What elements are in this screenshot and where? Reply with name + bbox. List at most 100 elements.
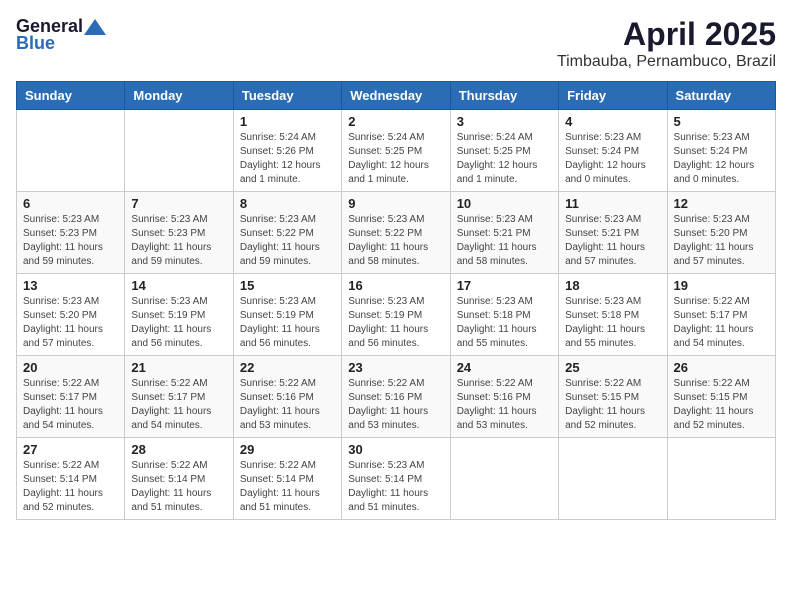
calendar-cell: 3 Sunrise: 5:24 AM Sunset: 5:25 PM Daylig… — [450, 110, 558, 192]
day-number: 9 — [348, 196, 443, 211]
day-info: Sunrise: 5:23 AM Sunset: 5:14 PM Dayligh… — [348, 459, 443, 515]
day-number: 27 — [23, 442, 118, 457]
day-number: 2 — [348, 114, 443, 129]
day-info: Sunrise: 5:23 AM Sunset: 5:20 PM Dayligh… — [674, 213, 769, 269]
calendar-cell — [450, 438, 558, 520]
day-info: Sunrise: 5:23 AM Sunset: 5:23 PM Dayligh… — [131, 213, 226, 269]
day-number: 3 — [457, 114, 552, 129]
calendar-cell: 13 Sunrise: 5:23 AM Sunset: 5:20 PM Dayli… — [17, 274, 125, 356]
calendar-cell: 17 Sunrise: 5:23 AM Sunset: 5:18 PM Dayli… — [450, 274, 558, 356]
weekday-header-row: SundayMondayTuesdayWednesdayThursdayFrid… — [17, 82, 776, 110]
day-number: 6 — [23, 196, 118, 211]
day-number: 26 — [674, 360, 769, 375]
day-info: Sunrise: 5:22 AM Sunset: 5:14 PM Dayligh… — [240, 459, 335, 515]
day-info: Sunrise: 5:23 AM Sunset: 5:21 PM Dayligh… — [457, 213, 552, 269]
calendar-week-5: 27 Sunrise: 5:22 AM Sunset: 5:14 PM Dayli… — [17, 438, 776, 520]
calendar-cell: 15 Sunrise: 5:23 AM Sunset: 5:19 PM Dayli… — [233, 274, 341, 356]
calendar-cell: 27 Sunrise: 5:22 AM Sunset: 5:14 PM Dayli… — [17, 438, 125, 520]
calendar-cell: 25 Sunrise: 5:22 AM Sunset: 5:15 PM Dayli… — [559, 356, 667, 438]
day-info: Sunrise: 5:22 AM Sunset: 5:14 PM Dayligh… — [131, 459, 226, 515]
calendar-cell — [17, 110, 125, 192]
calendar-cell: 29Sunrise: 5:22 AM Sunset: 5:14 PM Dayli… — [233, 438, 341, 520]
day-info: Sunrise: 5:23 AM Sunset: 5:18 PM Dayligh… — [457, 295, 552, 351]
calendar-cell: 4 Sunrise: 5:23 AM Sunset: 5:24 PM Daylig… — [559, 110, 667, 192]
day-info: Sunrise: 5:22 AM Sunset: 5:14 PM Dayligh… — [23, 459, 118, 515]
calendar-cell: 12 Sunrise: 5:23 AM Sunset: 5:20 PM Dayli… — [667, 192, 775, 274]
logo-icon — [84, 19, 106, 35]
day-number: 23 — [348, 360, 443, 375]
day-number: 22 — [240, 360, 335, 375]
location-title: Timbauba, Pernambuco, Brazil — [557, 53, 776, 71]
logo-blue-text: Blue — [16, 33, 55, 54]
month-title: April 2025 — [557, 16, 776, 53]
calendar-cell: 22Sunrise: 5:22 AM Sunset: 5:16 PM Dayli… — [233, 356, 341, 438]
day-number: 19 — [674, 278, 769, 293]
day-info: Sunrise: 5:23 AM Sunset: 5:23 PM Dayligh… — [23, 213, 118, 269]
calendar-cell: 20Sunrise: 5:22 AM Sunset: 5:17 PM Dayli… — [17, 356, 125, 438]
title-area: April 2025 Timbauba, Pernambuco, Brazil — [557, 16, 776, 71]
day-info: Sunrise: 5:22 AM Sunset: 5:16 PM Dayligh… — [457, 377, 552, 433]
calendar-cell — [667, 438, 775, 520]
day-number: 1 — [240, 114, 335, 129]
day-number: 13 — [23, 278, 118, 293]
day-number: 17 — [457, 278, 552, 293]
day-number: 12 — [674, 196, 769, 211]
weekday-header-tuesday: Tuesday — [233, 82, 341, 110]
calendar-cell: 28 Sunrise: 5:22 AM Sunset: 5:14 PM Dayli… — [125, 438, 233, 520]
day-number: 15 — [240, 278, 335, 293]
day-number: 21 — [131, 360, 226, 375]
calendar-week-4: 20 Sunrise: 5:22 AM Sunset: 5:17 PM Dayli… — [17, 356, 776, 438]
day-number: 5 — [674, 114, 769, 129]
day-info: Sunrise: 5:22 AM Sunset: 5:17 PM Dayligh… — [674, 295, 769, 351]
weekday-header-saturday: Saturday — [667, 82, 775, 110]
day-info: Sunrise: 5:23 AM Sunset: 5:22 PM Dayligh… — [348, 213, 443, 269]
day-info: Sunrise: 5:23 AM Sunset: 5:20 PM Dayligh… — [23, 295, 118, 351]
day-number: 24 — [457, 360, 552, 375]
calendar-cell: 2 Sunrise: 5:24 AM Sunset: 5:25 PM Daylig… — [342, 110, 450, 192]
calendar-cell: 8Sunrise: 5:23 AM Sunset: 5:22 PM Daylig… — [233, 192, 341, 274]
day-number: 11 — [565, 196, 660, 211]
calendar-cell: 1 Sunrise: 5:24 AM Sunset: 5:26 PM Daylig… — [233, 110, 341, 192]
calendar-cell: 11 Sunrise: 5:23 AM Sunset: 5:21 PM Dayli… — [559, 192, 667, 274]
day-info: Sunrise: 5:23 AM Sunset: 5:19 PM Dayligh… — [240, 295, 335, 351]
day-number: 14 — [131, 278, 226, 293]
day-number: 16 — [348, 278, 443, 293]
logo: General Blue — [16, 16, 107, 54]
day-number: 25 — [565, 360, 660, 375]
day-info: Sunrise: 5:22 AM Sunset: 5:16 PM Dayligh… — [348, 377, 443, 433]
day-info: Sunrise: 5:24 AM Sunset: 5:26 PM Dayligh… — [240, 131, 335, 187]
day-info: Sunrise: 5:23 AM Sunset: 5:22 PM Dayligh… — [240, 213, 335, 269]
weekday-header-wednesday: Wednesday — [342, 82, 450, 110]
calendar-cell: 10 Sunrise: 5:23 AM Sunset: 5:21 PM Dayli… — [450, 192, 558, 274]
calendar-week-2: 6 Sunrise: 5:23 AM Sunset: 5:23 PM Daylig… — [17, 192, 776, 274]
day-info: Sunrise: 5:22 AM Sunset: 5:17 PM Dayligh… — [131, 377, 226, 433]
day-info: Sunrise: 5:24 AM Sunset: 5:25 PM Dayligh… — [348, 131, 443, 187]
day-info: Sunrise: 5:22 AM Sunset: 5:15 PM Dayligh… — [674, 377, 769, 433]
calendar-week-3: 13 Sunrise: 5:23 AM Sunset: 5:20 PM Dayli… — [17, 274, 776, 356]
calendar-cell — [125, 110, 233, 192]
calendar-week-1: 1 Sunrise: 5:24 AM Sunset: 5:26 PM Daylig… — [17, 110, 776, 192]
calendar-cell: 23 Sunrise: 5:22 AM Sunset: 5:16 PM Dayli… — [342, 356, 450, 438]
day-info: Sunrise: 5:22 AM Sunset: 5:15 PM Dayligh… — [565, 377, 660, 433]
weekday-header-thursday: Thursday — [450, 82, 558, 110]
day-info: Sunrise: 5:23 AM Sunset: 5:19 PM Dayligh… — [348, 295, 443, 351]
day-info: Sunrise: 5:23 AM Sunset: 5:24 PM Dayligh… — [674, 131, 769, 187]
weekday-header-sunday: Sunday — [17, 82, 125, 110]
day-number: 18 — [565, 278, 660, 293]
day-number: 20 — [23, 360, 118, 375]
calendar-cell: 5 Sunrise: 5:23 AM Sunset: 5:24 PM Daylig… — [667, 110, 775, 192]
day-number: 10 — [457, 196, 552, 211]
day-number: 28 — [131, 442, 226, 457]
calendar-cell: 16 Sunrise: 5:23 AM Sunset: 5:19 PM Dayli… — [342, 274, 450, 356]
header: General Blue April 2025 Timbauba, Pernam… — [16, 16, 776, 71]
calendar-cell: 30 Sunrise: 5:23 AM Sunset: 5:14 PM Dayli… — [342, 438, 450, 520]
day-info: Sunrise: 5:23 AM Sunset: 5:21 PM Dayligh… — [565, 213, 660, 269]
day-number: 30 — [348, 442, 443, 457]
day-number: 7 — [131, 196, 226, 211]
day-info: Sunrise: 5:23 AM Sunset: 5:24 PM Dayligh… — [565, 131, 660, 187]
calendar-cell: 7 Sunrise: 5:23 AM Sunset: 5:23 PM Daylig… — [125, 192, 233, 274]
day-info: Sunrise: 5:24 AM Sunset: 5:25 PM Dayligh… — [457, 131, 552, 187]
day-info: Sunrise: 5:23 AM Sunset: 5:19 PM Dayligh… — [131, 295, 226, 351]
calendar: SundayMondayTuesdayWednesdayThursdayFrid… — [16, 81, 776, 520]
day-number: 4 — [565, 114, 660, 129]
